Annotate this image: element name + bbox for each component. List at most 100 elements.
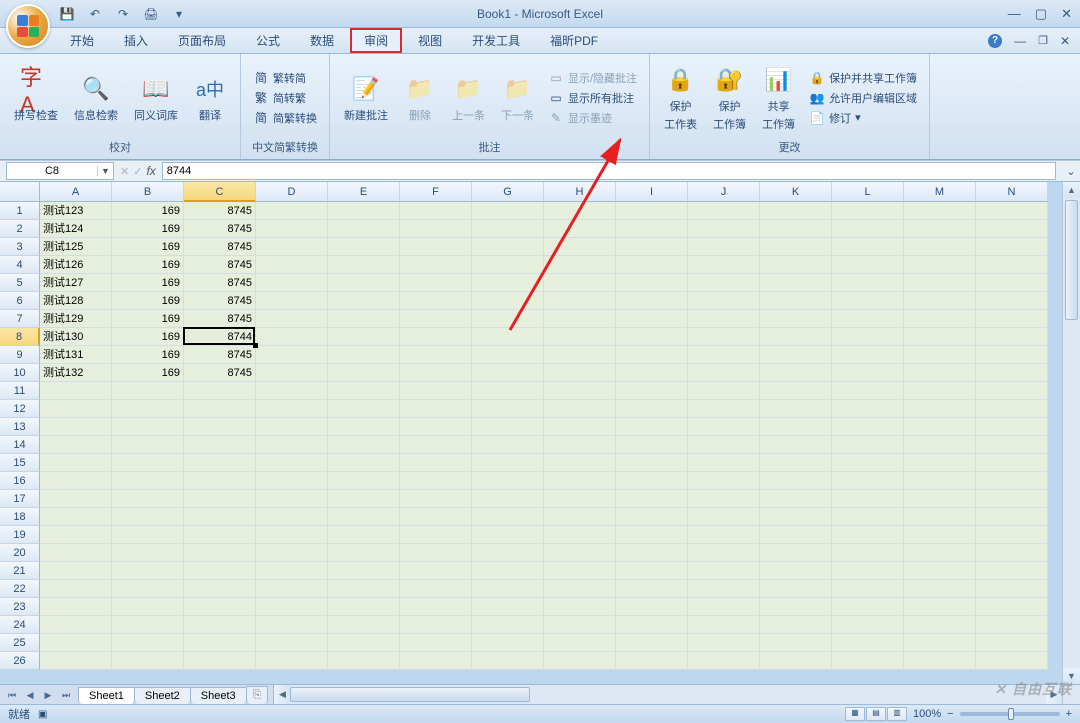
row-header[interactable]: 19 <box>0 526 40 544</box>
zoom-out-button[interactable]: − <box>947 708 953 720</box>
cell[interactable] <box>112 562 184 580</box>
cell[interactable] <box>976 652 1048 670</box>
column-header[interactable]: I <box>616 182 688 202</box>
cell[interactable]: 测试127 <box>40 274 112 292</box>
cell[interactable] <box>832 562 904 580</box>
cell[interactable] <box>544 364 616 382</box>
cell[interactable] <box>112 634 184 652</box>
showhide-comment-button[interactable]: ▭显示/隐藏批注 <box>546 69 639 87</box>
cell[interactable]: 169 <box>112 274 184 292</box>
cell[interactable] <box>832 292 904 310</box>
formula-bar[interactable]: 8744 <box>162 162 1056 180</box>
cell[interactable] <box>616 310 688 328</box>
cell[interactable] <box>616 562 688 580</box>
cell[interactable] <box>40 580 112 598</box>
cell[interactable] <box>976 508 1048 526</box>
cell[interactable] <box>256 436 328 454</box>
cell[interactable] <box>40 544 112 562</box>
cell[interactable] <box>400 454 472 472</box>
cell[interactable] <box>760 436 832 454</box>
cell[interactable]: 169 <box>112 328 184 346</box>
thesaurus-button[interactable]: 📖同义词库 <box>130 71 182 125</box>
cell[interactable] <box>256 256 328 274</box>
cell[interactable] <box>112 418 184 436</box>
cell[interactable] <box>112 454 184 472</box>
cell[interactable] <box>112 382 184 400</box>
cell[interactable] <box>616 580 688 598</box>
office-button[interactable] <box>6 4 50 48</box>
cell[interactable] <box>40 454 112 472</box>
cell[interactable] <box>904 526 976 544</box>
column-header[interactable]: H <box>544 182 616 202</box>
fill-handle[interactable] <box>253 343 258 348</box>
cell[interactable] <box>760 544 832 562</box>
cell[interactable]: 8745 <box>184 346 256 364</box>
tab-审阅[interactable]: 审阅 <box>350 28 402 53</box>
macro-record-icon[interactable]: ▣ <box>38 709 47 720</box>
cell[interactable] <box>544 616 616 634</box>
allow-edit-button[interactable]: 👥允许用户编辑区域 <box>807 89 919 107</box>
tab-福昕PDF[interactable]: 福昕PDF <box>536 29 612 52</box>
cell[interactable] <box>832 400 904 418</box>
cell[interactable] <box>904 256 976 274</box>
cell[interactable] <box>40 652 112 670</box>
cell[interactable] <box>472 400 544 418</box>
cell[interactable] <box>112 616 184 634</box>
cell[interactable] <box>976 616 1048 634</box>
cell[interactable] <box>184 418 256 436</box>
cell[interactable] <box>184 472 256 490</box>
cell[interactable] <box>40 508 112 526</box>
cell[interactable] <box>976 328 1048 346</box>
redo-icon[interactable]: ↷ <box>112 3 134 25</box>
horizontal-scrollbar[interactable]: ◀ ▶ <box>273 685 1062 704</box>
cell[interactable] <box>256 508 328 526</box>
cell[interactable] <box>616 382 688 400</box>
cell[interactable] <box>688 274 760 292</box>
cell[interactable] <box>544 328 616 346</box>
cell[interactable] <box>400 652 472 670</box>
row-header[interactable]: 18 <box>0 508 40 526</box>
cell[interactable] <box>40 418 112 436</box>
row-header[interactable]: 6 <box>0 292 40 310</box>
cell[interactable] <box>472 490 544 508</box>
cell[interactable] <box>544 400 616 418</box>
cell[interactable] <box>400 274 472 292</box>
cell[interactable] <box>256 382 328 400</box>
cell[interactable] <box>544 436 616 454</box>
cell[interactable]: 8745 <box>184 274 256 292</box>
cell[interactable] <box>328 256 400 274</box>
cell[interactable] <box>112 436 184 454</box>
cell[interactable] <box>688 652 760 670</box>
cell[interactable]: 测试123 <box>40 202 112 220</box>
cell[interactable] <box>184 652 256 670</box>
protect-workbook-button[interactable]: 🔐保护工作簿 <box>709 62 750 134</box>
cell[interactable] <box>616 274 688 292</box>
tab-公式[interactable]: 公式 <box>242 29 294 52</box>
cell[interactable] <box>40 562 112 580</box>
cell[interactable] <box>472 652 544 670</box>
cell[interactable] <box>760 580 832 598</box>
cell[interactable] <box>904 274 976 292</box>
cell[interactable] <box>544 346 616 364</box>
cell[interactable] <box>904 454 976 472</box>
row-header[interactable]: 21 <box>0 562 40 580</box>
new-comment-button[interactable]: 📝新建批注 <box>340 71 392 125</box>
close-button[interactable]: ✕ <box>1061 6 1072 22</box>
save-icon[interactable]: 💾 <box>56 3 78 25</box>
cell[interactable] <box>40 436 112 454</box>
row-header[interactable]: 3 <box>0 238 40 256</box>
cell[interactable]: 169 <box>112 292 184 310</box>
tab-视图[interactable]: 视图 <box>404 29 456 52</box>
column-header[interactable]: L <box>832 182 904 202</box>
cell[interactable] <box>112 490 184 508</box>
cell[interactable] <box>400 418 472 436</box>
zoom-in-button[interactable]: + <box>1066 708 1072 720</box>
cell[interactable] <box>688 634 760 652</box>
cell[interactable]: 169 <box>112 364 184 382</box>
cell[interactable] <box>544 274 616 292</box>
cell[interactable] <box>544 256 616 274</box>
cell[interactable] <box>904 472 976 490</box>
cell[interactable] <box>256 544 328 562</box>
cell[interactable] <box>40 472 112 490</box>
cell[interactable] <box>760 328 832 346</box>
